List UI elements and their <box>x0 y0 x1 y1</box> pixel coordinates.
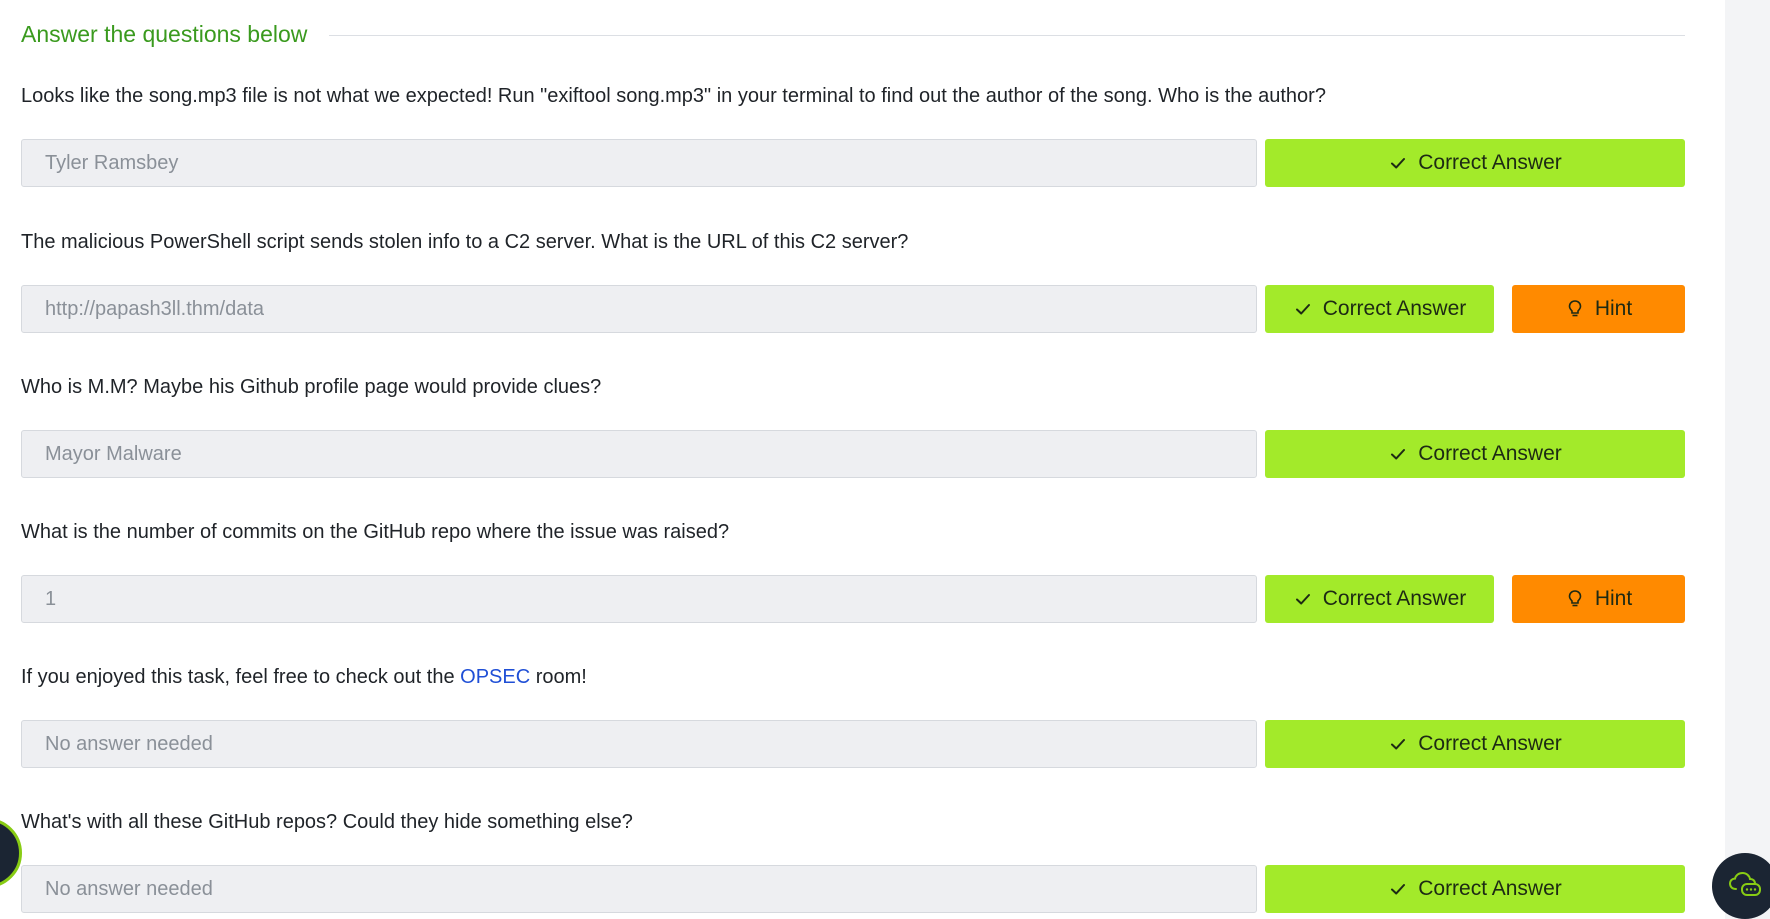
answer-field-1[interactable]: Tyler Ramsbey <box>21 139 1257 187</box>
correct-answer-button-5[interactable]: Correct Answer <box>1265 720 1685 768</box>
hint-label: Hint <box>1594 297 1633 320</box>
hint-button-2[interactable]: Hint <box>1512 285 1685 333</box>
question-text-2: The malicious PowerShell script sends st… <box>21 231 909 253</box>
correct-answer-button-6[interactable]: Correct Answer <box>1265 865 1685 913</box>
correct-answer-button-3[interactable]: Correct Answer <box>1265 430 1685 478</box>
correct-answer-label: Correct Answer <box>1418 877 1562 900</box>
correct-answer-label: Correct Answer <box>1418 732 1562 755</box>
question-text-4: What is the number of commits on the Git… <box>21 521 730 543</box>
check-icon <box>1388 444 1408 464</box>
hint-button-4[interactable]: Hint <box>1512 575 1685 623</box>
answer-field-6[interactable]: No answer needed <box>21 865 1257 913</box>
correct-answer-button-4[interactable]: Correct Answer <box>1265 575 1494 623</box>
answer-field-3[interactable]: Mayor Malware <box>21 430 1257 478</box>
correct-answer-button-2[interactable]: Correct Answer <box>1265 285 1494 333</box>
opsec-room-link[interactable]: OPSEC <box>460 666 530 688</box>
check-icon <box>1388 879 1408 899</box>
chat-cloud-icon <box>1727 869 1763 904</box>
right-gutter <box>1725 0 1770 919</box>
correct-answer-label: Correct Answer <box>1418 442 1562 465</box>
question-text-3: Who is M.M? Maybe his Github profile pag… <box>21 376 602 398</box>
answer-field-2[interactable]: http://papash3ll.thm/data <box>21 285 1257 333</box>
task-questions-page: Answer the questions below Looks like th… <box>0 0 1770 919</box>
correct-answer-label: Correct Answer <box>1322 587 1467 610</box>
check-icon <box>1293 589 1313 609</box>
correct-answer-button-1[interactable]: Correct Answer <box>1265 139 1685 187</box>
correct-answer-label: Correct Answer <box>1418 151 1562 174</box>
answer-field-5[interactable]: No answer needed <box>21 720 1257 768</box>
check-icon <box>1388 153 1408 173</box>
question-text-5: If you enjoyed this task, feel free to c… <box>21 666 587 689</box>
check-icon <box>1388 734 1408 754</box>
hint-label: Hint <box>1594 587 1633 610</box>
chat-button[interactable] <box>1712 853 1770 919</box>
correct-answer-label: Correct Answer <box>1322 297 1467 320</box>
question-text-1: Looks like the song.mp3 file is not what… <box>21 85 1326 107</box>
questions-heading: Answer the questions below <box>21 20 308 47</box>
answer-field-4[interactable]: 1 <box>21 575 1257 623</box>
lightbulb-icon <box>1565 589 1585 609</box>
check-icon <box>1293 299 1313 319</box>
question-text-5-after: room! <box>530 666 587 688</box>
question-text-6: What's with all these GitHub repos? Coul… <box>21 811 633 833</box>
question-text-5-before: If you enjoyed this task, feel free to c… <box>21 666 461 688</box>
header-divider <box>329 34 1685 36</box>
questions-header: Answer the questions below <box>21 16 1685 52</box>
floating-assistant-button[interactable] <box>0 818 22 888</box>
lightbulb-icon <box>1565 299 1585 319</box>
